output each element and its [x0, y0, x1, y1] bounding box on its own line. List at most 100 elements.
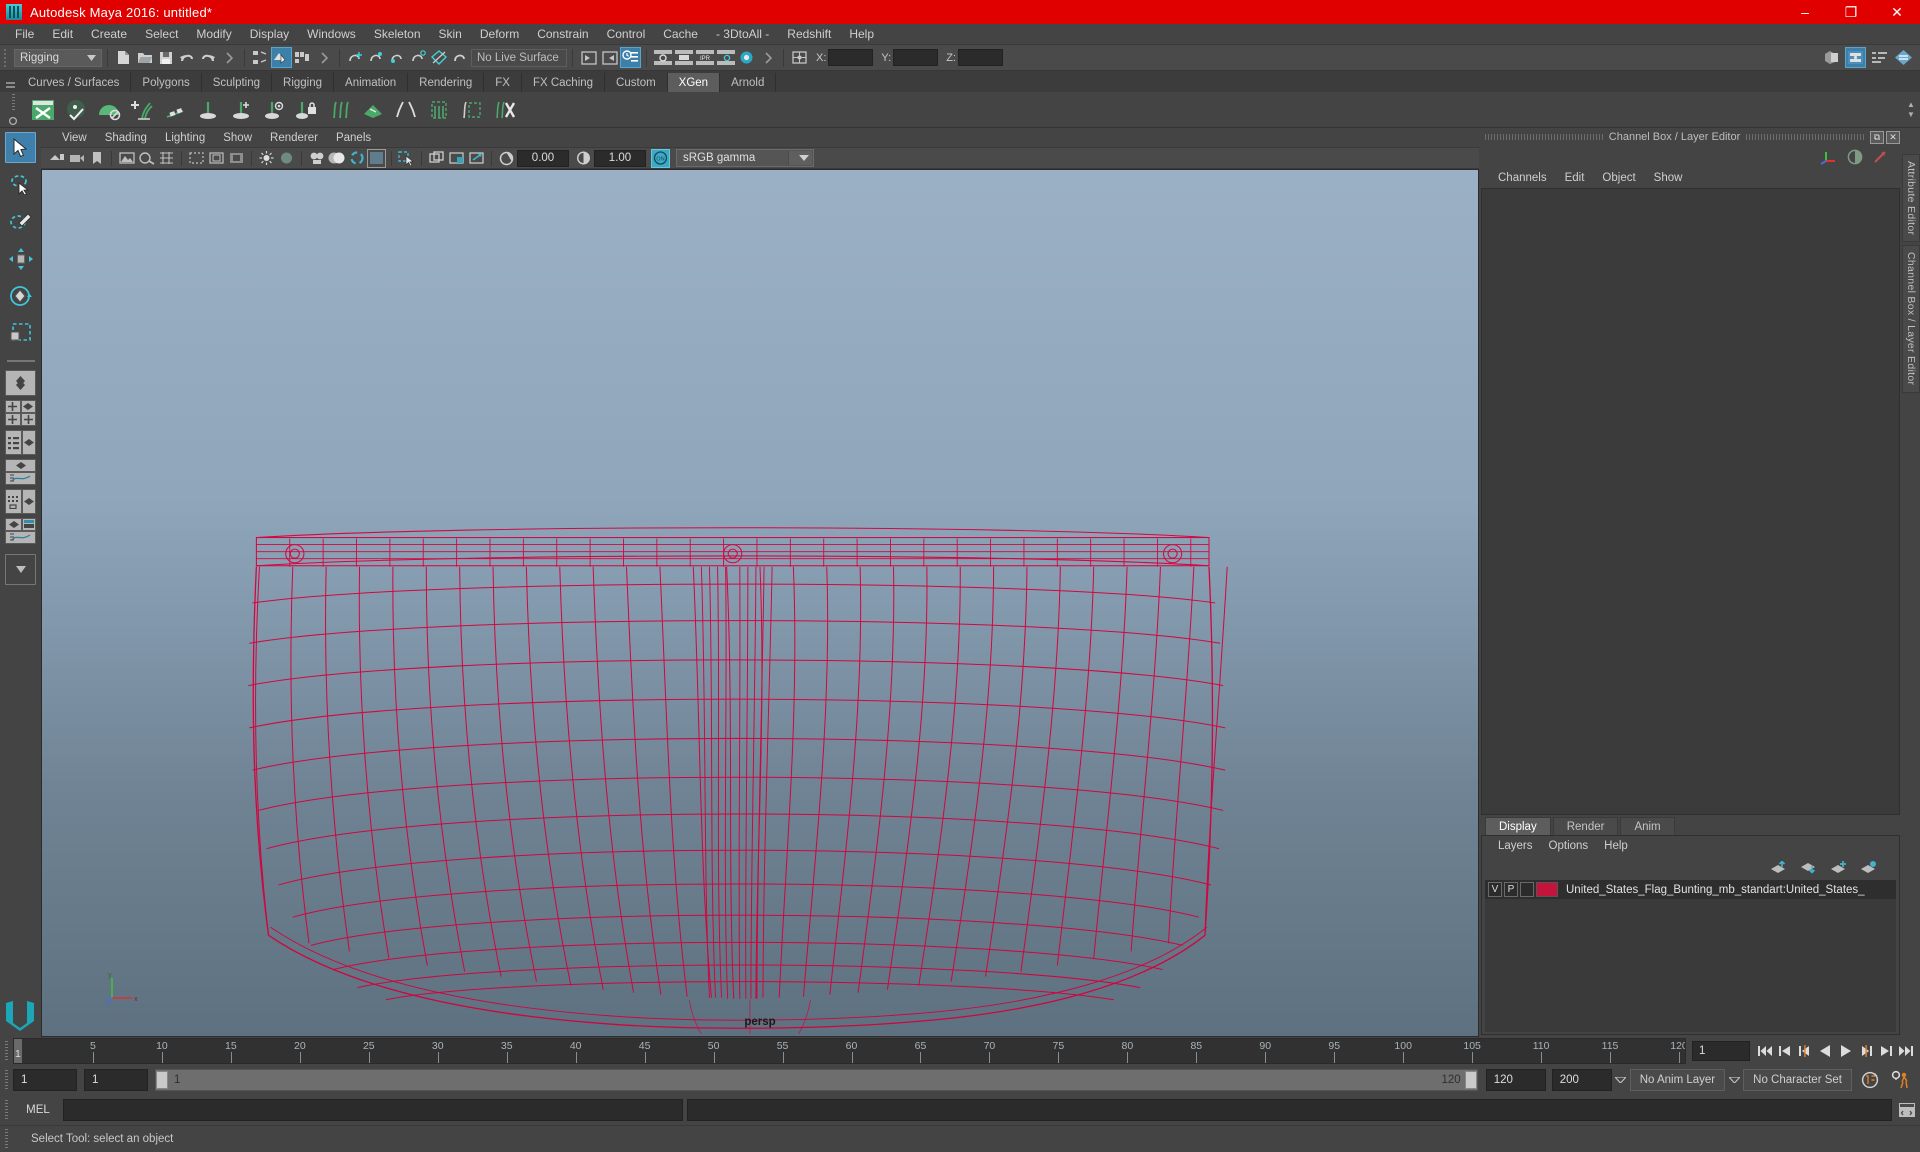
shelf-tab-animation[interactable]: Animation — [334, 73, 409, 92]
animation-start-field[interactable]: 1 — [13, 1069, 77, 1091]
lock-modifier-icon[interactable] — [292, 95, 322, 125]
shelf-tab-custom[interactable]: Custom — [605, 73, 668, 92]
layer-menu-help[interactable]: Help — [1596, 839, 1636, 853]
shelf-tab-fx-caching[interactable]: FX Caching — [521, 73, 606, 92]
shelf-tab-polygons[interactable]: Polygons — [131, 73, 202, 92]
go-to-end-icon[interactable] — [1896, 1041, 1914, 1061]
select-by-hierarchy-icon[interactable] — [250, 47, 271, 68]
toolbar-expand-icon[interactable] — [757, 47, 778, 68]
toolbar-expand-icon[interactable] — [313, 47, 334, 68]
scale-tool-icon[interactable] — [5, 317, 36, 348]
range-start-field[interactable]: 1 — [84, 1069, 148, 1091]
menu-create[interactable]: Create — [82, 25, 136, 43]
gate-mask-icon[interactable] — [227, 149, 246, 168]
xgen-editor-icon[interactable] — [28, 95, 58, 125]
viewport-menu-panels[interactable]: Panels — [327, 131, 380, 145]
create-new-layer-icon[interactable] — [1830, 860, 1847, 874]
menu-3dtoall[interactable]: - 3DtoAll - — [707, 25, 778, 43]
show-attribute-editor-icon[interactable] — [620, 47, 641, 68]
menu-control[interactable]: Control — [598, 25, 655, 43]
create-layer-from-selected-icon[interactable] — [1860, 860, 1877, 874]
time-slider-grip[interactable] — [0, 1038, 13, 1064]
density-tool-icon[interactable] — [490, 95, 520, 125]
close-button[interactable]: ✕ — [1874, 0, 1920, 24]
sidebar-tab-channel-box[interactable]: Channel Box / Layer Editor — [1902, 245, 1920, 393]
status-bar-grip[interactable] — [0, 1126, 13, 1152]
step-forward-key-icon[interactable] — [1876, 1041, 1894, 1061]
shelf-tab-xgen[interactable]: XGen — [667, 73, 721, 92]
color-management-toggle-icon[interactable]: ON — [651, 148, 670, 168]
range-end-field[interactable]: 120 — [1485, 1069, 1546, 1091]
x-coord-field[interactable] — [828, 49, 874, 66]
layer-tab-render[interactable]: Render — [1552, 817, 1619, 835]
auto-keyframe-icon[interactable] — [1860, 1070, 1882, 1090]
show-hide-ui-icon[interactable] — [1821, 47, 1842, 68]
shelf-scroll-arrows[interactable]: ▲ ▼ — [1904, 92, 1918, 128]
menu-select[interactable]: Select — [136, 25, 187, 43]
select-tool-icon[interactable] — [5, 132, 36, 163]
channel-menu-channels[interactable]: Channels — [1489, 171, 1556, 185]
hypershade-icon[interactable] — [736, 47, 757, 68]
time-slider[interactable]: 1 5 10 15 20 25 30 35 40 45 50 55 60 65 70 75 80 85 90 95 1… — [13, 1038, 1686, 1064]
menu-file[interactable]: File — [6, 25, 43, 43]
shelf-tab-rigging[interactable]: Rigging — [272, 73, 335, 92]
range-slider[interactable]: 1 120 — [155, 1069, 1478, 1091]
scroll-up-icon[interactable]: ▲ — [1907, 101, 1915, 109]
gamma-icon[interactable] — [574, 149, 593, 168]
grid-toggle-icon[interactable] — [157, 149, 176, 168]
description-sphere-icon[interactable] — [61, 95, 91, 125]
screenspace-ao-icon[interactable] — [497, 149, 516, 168]
region-modifier-icon[interactable] — [391, 95, 421, 125]
render-current-frame-icon[interactable] — [652, 47, 673, 68]
toolbar-grip[interactable] — [2, 46, 11, 69]
menu-skin[interactable]: Skin — [430, 25, 471, 43]
shelf-tab-rendering[interactable]: Rendering — [408, 73, 485, 92]
snap-to-view-plane-icon[interactable] — [429, 47, 450, 68]
2d-pan-zoom-icon[interactable] — [137, 149, 156, 168]
quick-layout-hypershade[interactable] — [5, 489, 36, 514]
layer-playback-toggle[interactable]: P — [1504, 882, 1518, 897]
move-tool-icon[interactable] — [5, 243, 36, 274]
noise-modifier-icon[interactable] — [325, 95, 355, 125]
snap-to-curve-icon[interactable] — [366, 47, 387, 68]
add-modifier-icon[interactable] — [226, 95, 256, 125]
menu-redshift[interactable]: Redshift — [778, 25, 840, 43]
animation-end-field[interactable]: 200 — [1551, 1069, 1612, 1091]
gamma-field[interactable]: 1.00 — [594, 149, 646, 167]
select-camera-icon[interactable] — [47, 149, 66, 168]
smooth-shade-all-icon[interactable] — [367, 148, 386, 168]
menu-constrain[interactable]: Constrain — [528, 25, 597, 43]
channel-menu-show[interactable]: Show — [1645, 171, 1692, 185]
viewport-menu-show[interactable]: Show — [214, 131, 261, 145]
float-panel-button[interactable]: ⧉ — [1870, 130, 1884, 144]
panel-grip-right[interactable] — [1746, 134, 1864, 140]
toolbar-expand-icon[interactable] — [218, 47, 239, 68]
shading-sphere-icon[interactable] — [1847, 149, 1863, 165]
show-sidebar-right-icon[interactable] — [599, 47, 620, 68]
ramp-arrow-icon[interactable] — [1872, 149, 1888, 165]
chevron-down-icon[interactable] — [788, 151, 812, 165]
move-layer-up-icon[interactable] — [1770, 860, 1787, 874]
show-attribute-panel-icon[interactable] — [1893, 47, 1914, 68]
z-coord-field[interactable] — [957, 49, 1003, 66]
layer-list[interactable]: V P United_States_Flag_Bunting_mb_standa… — [1485, 880, 1896, 1032]
image-plane-icon[interactable] — [117, 149, 136, 168]
exposure-light-icon[interactable] — [257, 149, 276, 168]
command-input[interactable] — [63, 1099, 683, 1121]
quick-layout-single[interactable] — [5, 370, 36, 396]
select-by-component-icon[interactable] — [292, 47, 313, 68]
resolution-gate-icon[interactable] — [207, 149, 226, 168]
redo-icon[interactable] — [197, 47, 218, 68]
layer-tab-display[interactable]: Display — [1485, 817, 1551, 835]
command-line-grip[interactable] — [0, 1097, 13, 1123]
menu-set-selector[interactable]: Rigging — [14, 48, 102, 67]
show-sidebar-left-icon[interactable] — [578, 47, 599, 68]
viewport-menu-view[interactable]: View — [53, 131, 96, 145]
command-output[interactable] — [687, 1099, 1892, 1121]
panel-grip-left[interactable] — [1485, 134, 1603, 140]
rotate-tool-icon[interactable] — [5, 280, 36, 311]
redo-render-icon[interactable] — [673, 47, 694, 68]
menu-help[interactable]: Help — [840, 25, 883, 43]
anim-layer-selector[interactable]: No Anim Layer — [1629, 1069, 1726, 1091]
shelf-tab-fx[interactable]: FX — [484, 73, 522, 92]
